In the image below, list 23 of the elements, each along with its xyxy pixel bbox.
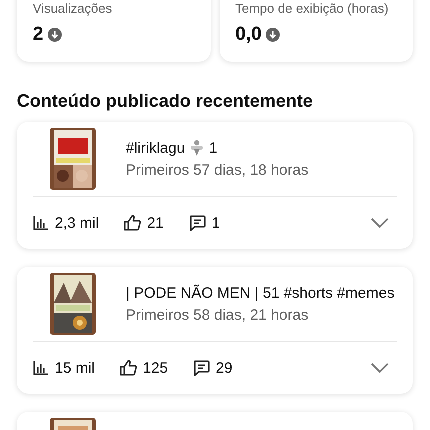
stat-value: 2	[33, 24, 44, 46]
video-title[interactable]: | PODE NÃO MEN | 51 #shorts #memes	[126, 284, 395, 302]
comment-icon	[193, 360, 210, 376]
stat-label: Visualizações	[33, 1, 114, 16]
views-count: 2,3 mil	[55, 214, 100, 232]
video-title[interactable]: 1	[209, 140, 218, 156]
views-count: 15 mil	[55, 360, 96, 376]
comments-count: 29	[216, 360, 233, 376]
thumbs-up-icon	[120, 360, 138, 376]
likes-count: 125	[143, 360, 168, 376]
section-title: Conteúdo publicado recentemente	[17, 91, 314, 112]
video-period: Primeiros 58 dias, 21 horas	[126, 306, 310, 324]
bar-chart-icon	[33, 215, 49, 231]
stat-value: 0,0	[236, 24, 262, 46]
comments-count: 1	[212, 214, 220, 232]
thumbs-up-icon	[124, 215, 142, 231]
figure-icon	[190, 140, 204, 156]
stat-label: Tempo de exibição (horas)	[236, 1, 390, 16]
video-period: Primeiros 57 dias, 18 horas	[126, 162, 309, 178]
likes-count: 21	[147, 214, 164, 232]
comment-icon	[188, 215, 206, 231]
video-title[interactable]: #liriklagu	[126, 140, 186, 156]
bar-chart-icon	[33, 360, 49, 376]
